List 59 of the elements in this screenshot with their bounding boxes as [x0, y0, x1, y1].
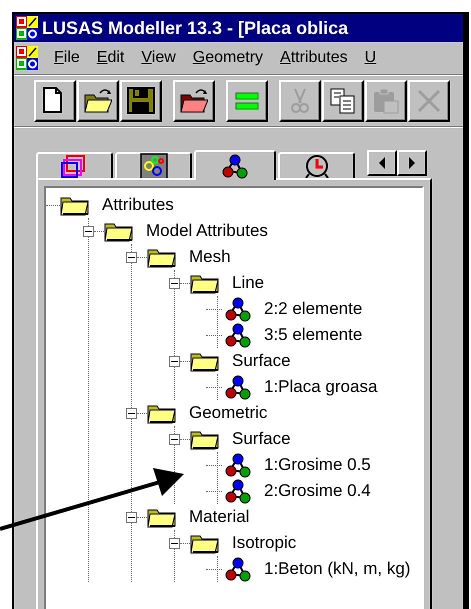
- molecule-icon: [224, 374, 252, 400]
- tree-item[interactable]: 3:5 elemente: [264, 325, 362, 345]
- molecule-icon: [224, 296, 252, 322]
- toolbar-button[interactable]: [120, 80, 162, 122]
- delete-icon: [415, 87, 443, 115]
- collapse-toggle[interactable]: [126, 252, 137, 262]
- molecule-icon: [224, 556, 252, 582]
- tab[interactable]: [194, 150, 276, 180]
- right-arrow-icon: [406, 155, 418, 171]
- collapse-toggle[interactable]: [126, 512, 137, 522]
- app-logo-icon: [16, 16, 38, 40]
- collapse-toggle[interactable]: [169, 356, 180, 366]
- tree-item[interactable]: Model Attributes: [146, 221, 268, 241]
- tree-item[interactable]: Isotropic: [232, 533, 296, 553]
- molecule-icon: [224, 452, 252, 478]
- folder-icon: [180, 87, 208, 115]
- tree-item[interactable]: Line: [232, 273, 264, 293]
- tab[interactable]: [278, 152, 355, 178]
- toolbar-button[interactable]: [322, 80, 364, 122]
- tree-item[interactable]: 2:Grosime 0.4: [264, 481, 371, 501]
- collapse-toggle[interactable]: [169, 278, 180, 288]
- tree-item[interactable]: Material: [189, 507, 250, 527]
- app-logo-icon: [16, 46, 38, 70]
- menu-item[interactable]: View: [140, 49, 177, 67]
- menu-item[interactable]: Attributes: [279, 49, 349, 67]
- molecule-icon: [221, 152, 249, 180]
- molecule-icon: [224, 478, 252, 504]
- toolbar-button[interactable]: [226, 80, 268, 122]
- tree-item[interactable]: Surface: [232, 351, 291, 371]
- tree-item[interactable]: 1:Grosime 0.5: [264, 455, 371, 475]
- tree-item[interactable]: Mesh: [189, 247, 231, 267]
- menu-item[interactable]: File: [53, 49, 81, 67]
- clock-icon: [302, 152, 330, 180]
- tab[interactable]: [115, 152, 192, 178]
- tree-item[interactable]: Geometric: [189, 403, 268, 423]
- circles-icon: [140, 152, 168, 180]
- scroll-left-button[interactable]: [367, 150, 397, 176]
- toolbar-button[interactable]: [77, 80, 119, 122]
- collapse-toggle[interactable]: [83, 226, 94, 236]
- toolbar-button[interactable]: [34, 80, 76, 122]
- tree-item[interactable]: Surface: [232, 429, 291, 449]
- collapse-toggle[interactable]: [169, 538, 180, 548]
- folder-icon: [84, 87, 112, 115]
- menu-item[interactable]: Geometry: [192, 49, 264, 67]
- tree-item[interactable]: 2:2 elemente: [264, 299, 362, 319]
- collapse-toggle[interactable]: [169, 434, 180, 444]
- tab[interactable]: [36, 152, 113, 178]
- collapse-toggle[interactable]: [126, 408, 137, 418]
- clipboard-icon: [372, 87, 400, 115]
- molecule-icon: [224, 322, 252, 348]
- menu-item[interactable]: Edit: [96, 49, 126, 67]
- copy-icon: [329, 87, 357, 115]
- tree-item[interactable]: Attributes: [102, 195, 174, 215]
- tree-item[interactable]: 1:Beton (kN, m, kg): [264, 559, 410, 579]
- tree-item[interactable]: 1:Placa groasa: [264, 377, 378, 397]
- window-title: LUSAS Modeller 13.3 - [Placa oblica: [42, 18, 348, 38]
- menu-item[interactable]: U: [364, 49, 378, 67]
- toolbar-button[interactable]: [173, 80, 215, 122]
- scroll-right-button[interactable]: [397, 150, 427, 176]
